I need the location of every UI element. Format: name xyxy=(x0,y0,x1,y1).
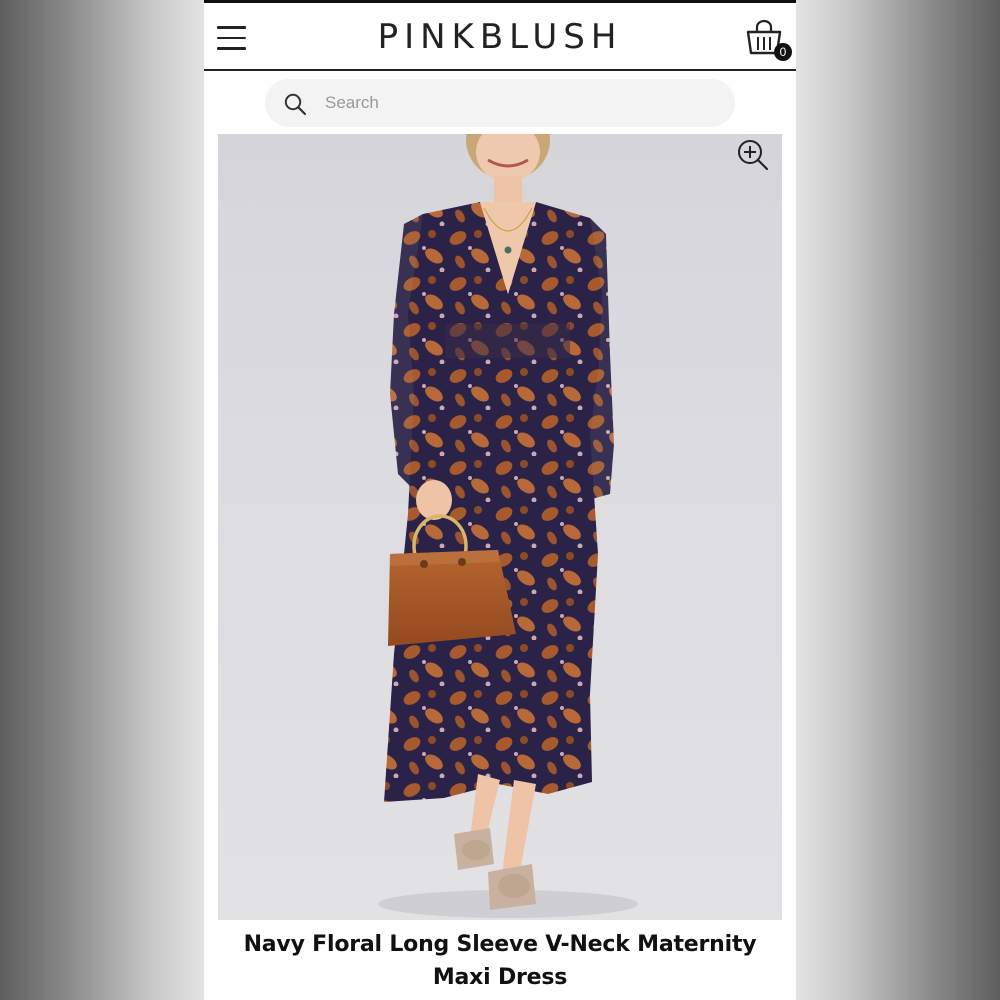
product-image[interactable] xyxy=(218,134,782,920)
right-backdrop xyxy=(796,0,1000,1000)
zoom-in-icon[interactable] xyxy=(736,138,770,172)
search-input[interactable]: Search xyxy=(325,79,715,127)
product-title-area: Navy Floral Long Sleeve V-Neck Maternity… xyxy=(204,924,796,994)
cart-count-badge: 0 xyxy=(774,43,792,61)
search-icon xyxy=(284,93,307,116)
left-backdrop xyxy=(0,0,204,1000)
mobile-page: PINKBLUSH 0 Search Navy Floral Long Slee… xyxy=(204,0,796,1000)
brand-logo[interactable]: PINKBLUSH xyxy=(204,17,796,57)
product-title: Navy Floral Long Sleeve V-Neck Maternity… xyxy=(243,932,757,990)
cart-button[interactable]: 0 xyxy=(744,19,794,65)
top-navigation-bar: PINKBLUSH 0 xyxy=(204,0,796,71)
search-bar: Search xyxy=(204,71,796,134)
search-field[interactable]: Search xyxy=(265,79,735,127)
product-photo xyxy=(378,134,638,918)
